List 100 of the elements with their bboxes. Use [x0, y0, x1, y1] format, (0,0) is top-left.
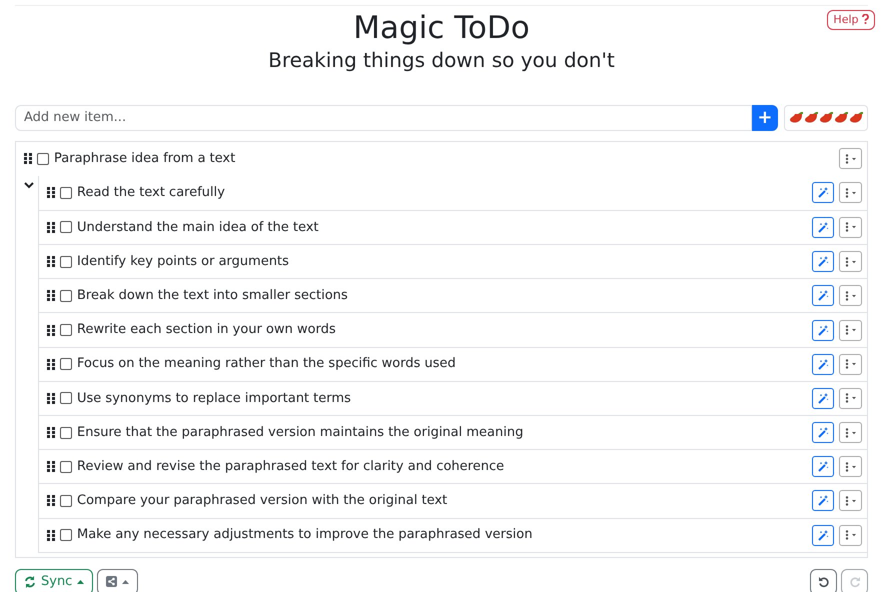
sync-button[interactable]: Sync	[15, 568, 94, 592]
more-menu-icon	[844, 462, 856, 472]
task-label: Identify key points or arguments	[77, 252, 290, 271]
new-item-field[interactable]: Add new item...	[15, 104, 752, 131]
undo-icon	[818, 576, 830, 588]
checkbox[interactable]	[60, 186, 72, 199]
task-label: Break down the text into smaller sections	[77, 287, 349, 306]
magic-breakdown-button[interactable]	[812, 354, 834, 375]
add-button[interactable]: +	[752, 104, 778, 131]
magic-breakdown-button[interactable]	[812, 524, 834, 546]
checkbox[interactable]	[60, 392, 72, 404]
magic-wand-icon	[818, 495, 828, 506]
task-label: Use synonyms to replace important terms	[77, 390, 352, 408]
checkbox[interactable]	[60, 221, 72, 234]
help-button[interactable]: Help	[827, 10, 875, 30]
chili-pepper-icon	[820, 112, 832, 124]
magic-breakdown-button[interactable]	[812, 456, 834, 478]
more-menu-icon	[844, 325, 856, 336]
redo-icon	[848, 576, 860, 588]
spiciness-button[interactable]	[784, 104, 868, 131]
magic-breakdown-button[interactable]	[812, 285, 834, 306]
magic-breakdown-button[interactable]	[812, 320, 834, 341]
task-menu-button[interactable]	[839, 456, 862, 478]
task-menu-button[interactable]	[839, 524, 862, 546]
more-menu-icon	[844, 393, 856, 404]
checkbox[interactable]	[60, 494, 72, 507]
more-menu-icon	[844, 290, 856, 301]
drag-handle-icon	[47, 358, 55, 370]
drag-handle-icon	[47, 495, 55, 506]
checkbox[interactable]	[60, 290, 72, 302]
checkbox[interactable]	[60, 358, 72, 370]
checkbox[interactable]	[60, 324, 72, 336]
undo-button[interactable]	[810, 568, 837, 592]
more-menu-icon	[844, 256, 856, 267]
drag-handle-icon	[47, 461, 55, 472]
task-menu-button[interactable]	[839, 388, 862, 409]
app-title: Magic ToDo	[353, 10, 530, 48]
task-label: Focus on the meaning rather than the specific words used	[77, 355, 457, 374]
question-icon	[862, 14, 869, 24]
drag-handle-icon	[47, 324, 55, 336]
checkbox[interactable]	[37, 152, 49, 165]
task-menu-button[interactable]	[839, 182, 862, 204]
task-label: Make any necessary adjustments to improve the paraphrased version	[77, 526, 534, 544]
task-menu-button[interactable]	[839, 320, 862, 341]
drag-handle-icon	[47, 222, 55, 233]
chili-pepper-icon	[834, 112, 848, 124]
task-menu-button[interactable]	[839, 490, 862, 512]
magic-breakdown-button[interactable]	[812, 216, 834, 238]
magic-wand-icon	[818, 324, 828, 336]
checkbox[interactable]	[60, 529, 72, 542]
collapse-chevron-icon[interactable]	[24, 182, 34, 189]
checkbox[interactable]	[60, 256, 72, 268]
more-menu-icon	[844, 530, 856, 540]
magic-wand-icon	[818, 290, 828, 302]
sync-icon	[24, 576, 36, 588]
task-label: Read the text carefully	[77, 184, 226, 202]
magic-wand-icon	[818, 187, 828, 198]
task-menu-button[interactable]	[839, 251, 862, 272]
task-label: Understand the main idea of the text	[77, 218, 320, 237]
share-button[interactable]	[97, 568, 138, 592]
task-label: Rewrite each section in your own words	[77, 321, 337, 340]
checkbox[interactable]	[60, 460, 72, 473]
more-menu-icon	[844, 188, 856, 198]
magic-wand-icon	[818, 461, 828, 472]
caret-icon	[77, 580, 84, 584]
share-icon	[106, 576, 118, 588]
task-label: Ensure that the paraphrased version maintains the original meaning	[77, 424, 524, 442]
task-menu-button[interactable]	[839, 422, 862, 444]
magic-breakdown-button[interactable]	[812, 422, 834, 444]
magic-wand-icon	[818, 392, 828, 404]
magic-wand-icon	[818, 530, 828, 541]
more-menu-icon	[844, 222, 856, 232]
magic-wand-icon	[818, 256, 828, 268]
task-menu-button[interactable]	[839, 216, 862, 238]
drag-handle-icon	[47, 392, 55, 404]
task-label: Compare your paraphrased version with the original text	[77, 492, 448, 510]
drag-handle-icon	[47, 427, 55, 438]
task-menu-button[interactable]	[839, 285, 862, 306]
magic-breakdown-button[interactable]	[812, 251, 834, 272]
magic-breakdown-button[interactable]	[812, 388, 834, 409]
task-label: Review and revise the paraphrased text for clarity and coherence	[77, 458, 506, 476]
magic-wand-icon	[818, 222, 828, 233]
drag-handle-icon	[47, 256, 55, 268]
drag-handle-icon	[47, 290, 55, 302]
more-menu-icon	[844, 359, 856, 370]
magic-wand-icon	[818, 427, 828, 438]
task-menu-button[interactable]	[839, 354, 862, 375]
drag-handle-icon	[47, 530, 55, 541]
more-menu-icon	[844, 154, 856, 164]
task-label: Paraphrase idea from a text	[54, 150, 236, 168]
chili-pepper-icon	[804, 112, 818, 124]
task-menu-button[interactable]	[839, 148, 862, 170]
magic-breakdown-button[interactable]	[812, 490, 834, 512]
drag-handle-icon	[47, 187, 55, 198]
checkbox[interactable]	[60, 426, 72, 439]
chili-pepper-icon	[850, 112, 862, 124]
magic-breakdown-button[interactable]	[812, 182, 834, 204]
more-menu-icon	[844, 496, 856, 506]
drag-handle-icon	[24, 153, 32, 164]
chili-pepper-icon	[790, 112, 802, 124]
